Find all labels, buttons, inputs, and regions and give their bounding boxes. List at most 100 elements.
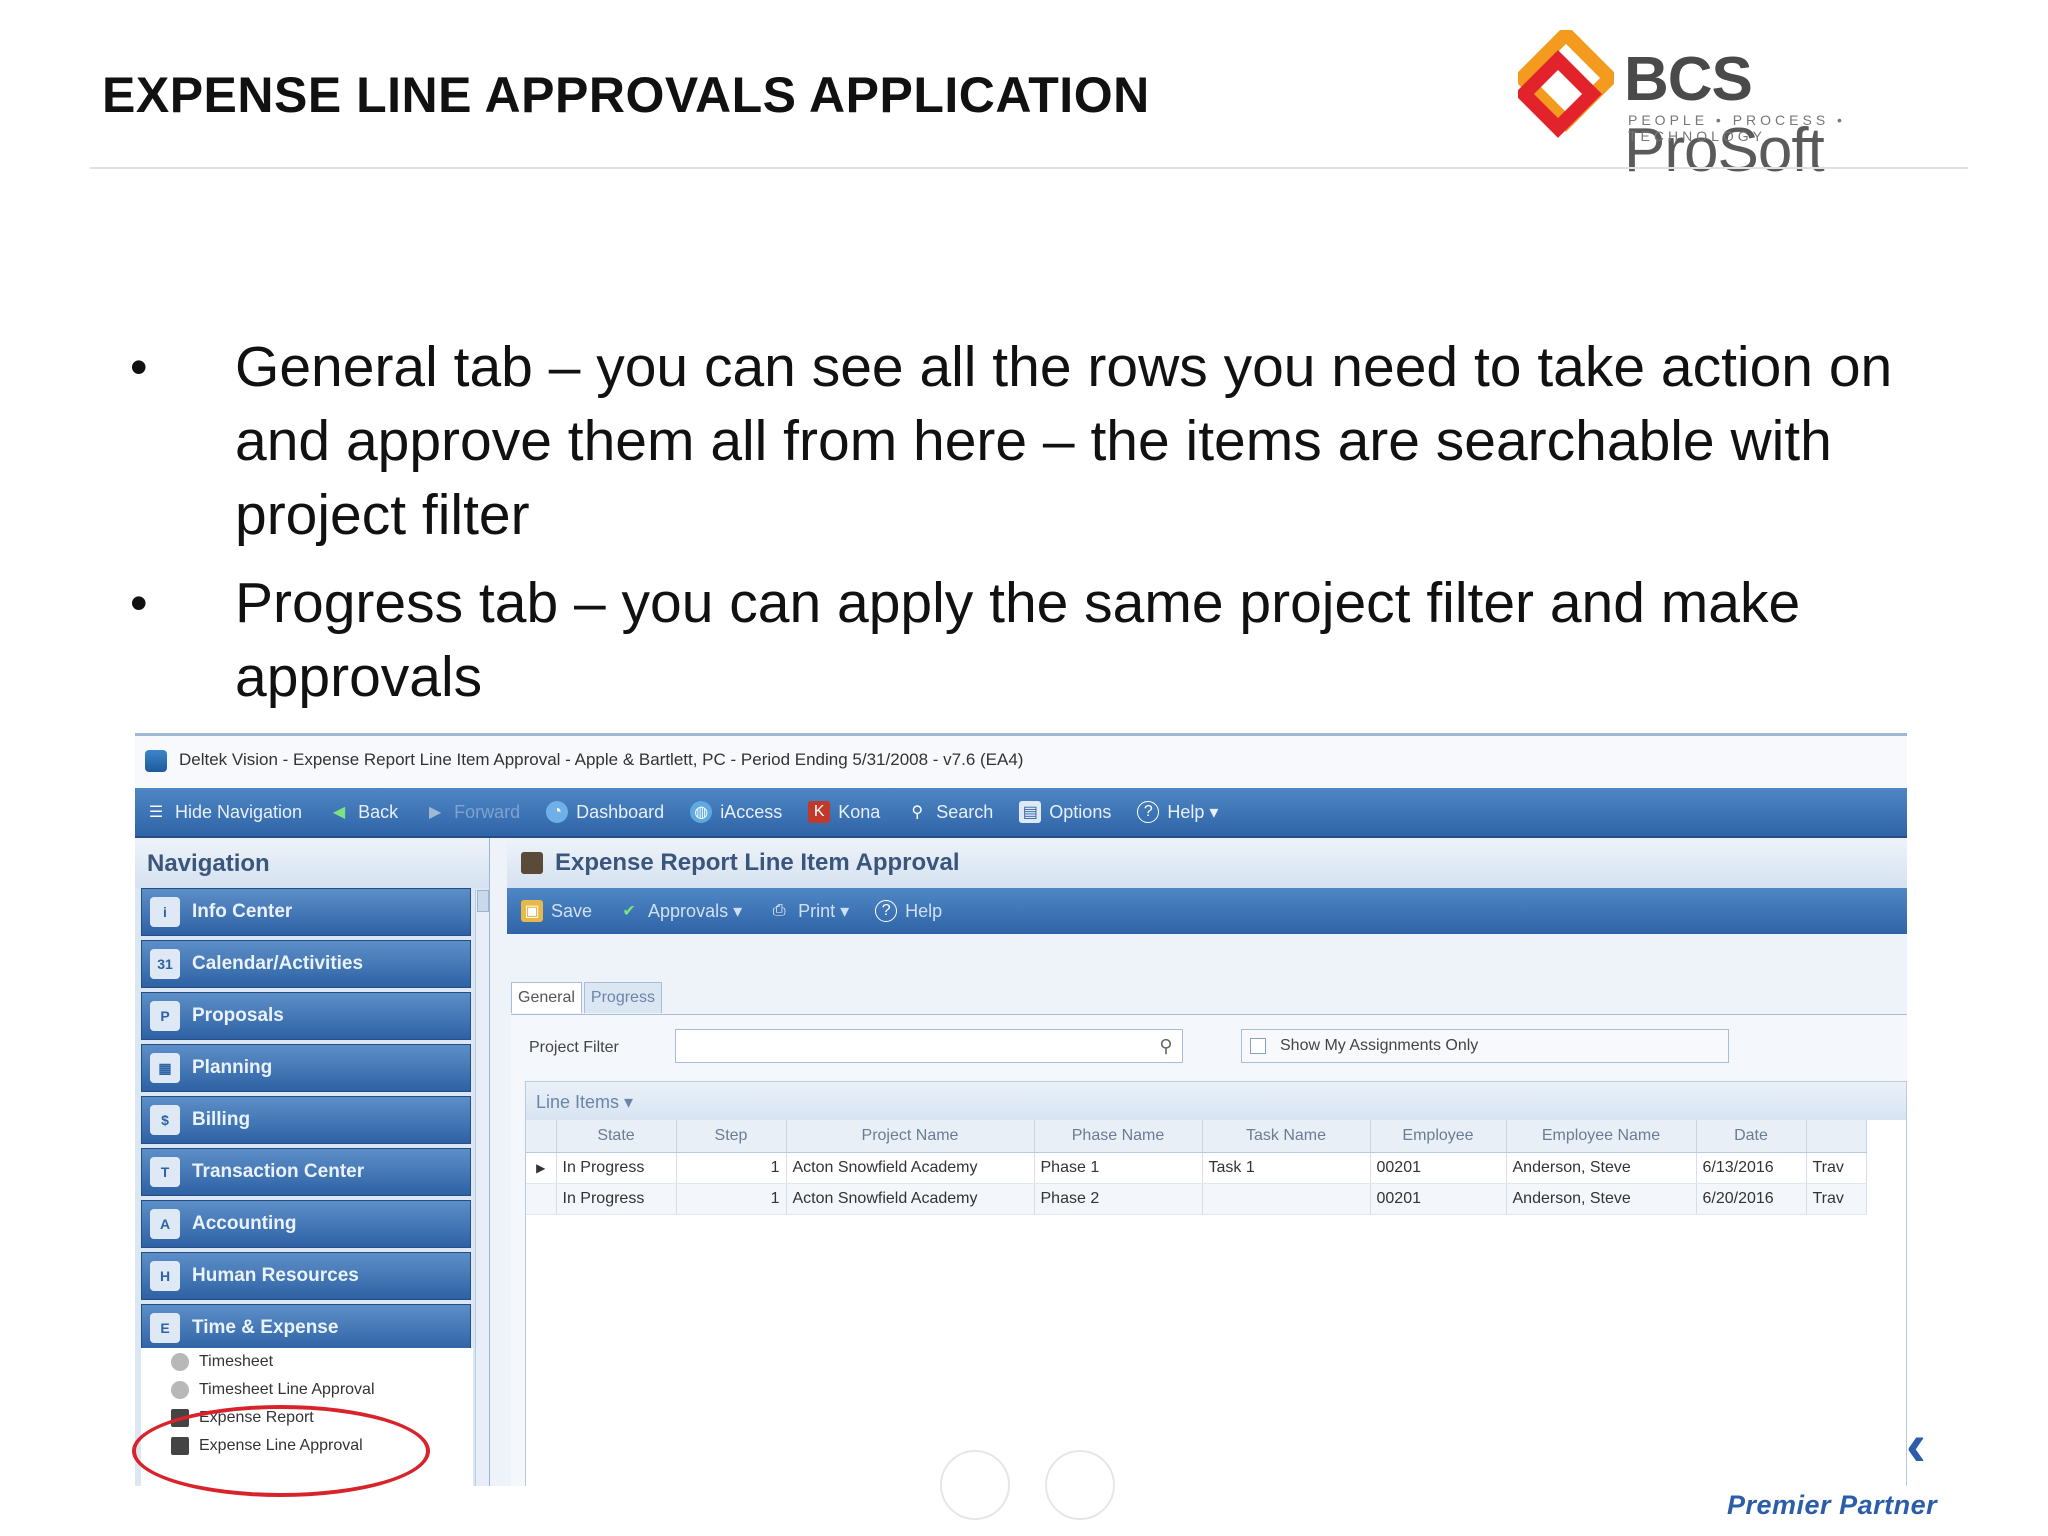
premier-partner-badge: Premier Partner [1727, 1490, 1938, 1520]
billing-icon: $ [150, 1105, 180, 1135]
cell-state: In Progress [556, 1152, 677, 1184]
cell-overflow: Trav [1806, 1183, 1867, 1215]
bullet-item: • Progress tab – you can apply the same … [130, 566, 1960, 714]
main-heading: Expense Report Line Item Approval [507, 838, 1907, 888]
row-indicator [526, 1183, 557, 1215]
slide-title: EXPENSE LINE APPROVALS APPLICATION [102, 67, 1150, 123]
nav-item-planning[interactable]: ▦ Planning [141, 1044, 471, 1092]
cell-phase-name: Phase 1 [1034, 1152, 1203, 1184]
nav-item-human-resources[interactable]: H Human Resources [141, 1252, 471, 1300]
nav-item-accounting[interactable]: A Accounting [141, 1200, 471, 1248]
accounting-icon: A [150, 1209, 180, 1239]
column-header-task-name[interactable]: Task Name [1202, 1120, 1371, 1153]
window-titlebar: Deltek Vision - Expense Report Line Item… [135, 736, 1907, 788]
column-header-date[interactable]: Date [1696, 1120, 1807, 1153]
forward-button[interactable]: ▶ Forward [424, 801, 520, 823]
cell-date: 6/20/2016 [1696, 1183, 1807, 1215]
column-header-indicator [526, 1120, 557, 1153]
approvals-button[interactable]: ✔ Approvals ▾ [618, 900, 742, 922]
checkbox-box[interactable] [1250, 1038, 1266, 1054]
globe-icon: ◍ [690, 801, 713, 823]
nav-item-billing[interactable]: $ Billing [141, 1096, 471, 1144]
kona-button[interactable]: K Kona [808, 801, 880, 823]
logo-tagline: PEOPLE • PROCESS • TECHNOLOGY [1628, 112, 1846, 144]
cell-state: In Progress [556, 1183, 677, 1215]
help-menu-button[interactable]: ? Help ▾ [1137, 801, 1218, 823]
nav-item-info-center[interactable]: i Info Center [141, 888, 471, 936]
window-title: Deltek Vision - Expense Report Line Item… [179, 750, 1024, 769]
cell-project-name: Acton Snowfield Academy [786, 1152, 1035, 1184]
slide-nav-circle[interactable] [1045, 1450, 1115, 1520]
column-header-project-name[interactable]: Project Name [786, 1120, 1035, 1153]
bullet-dot: • [130, 339, 148, 395]
bcs-diamond-logo-icon [1518, 30, 1614, 138]
navigation-list: i Info Center 31 Calendar/Activities P Prop… [141, 888, 471, 1356]
main-help-button[interactable]: ? Help [875, 900, 942, 922]
cell-step: 1 [676, 1183, 787, 1215]
proposals-icon: P [150, 1001, 180, 1031]
nav-item-time-expense[interactable]: E Time & Expense [141, 1304, 471, 1352]
project-filter-input[interactable] [675, 1029, 1183, 1063]
options-icon: ▤ [1019, 801, 1042, 823]
hide-navigation-button[interactable]: ☰ Hide Navigation [145, 801, 302, 823]
subnav-item-timesheet-line-approval[interactable]: Timesheet Line Approval [141, 1376, 473, 1404]
tabs-area: General Progress Project Filter ⚲ Show M… [507, 934, 1907, 1486]
main-toolbar: ▣ Save ✔ Approvals ▾ ⎙ Print ▾ ? Help [507, 888, 1907, 934]
table-row[interactable]: ▶ In Progress 1 Acton Snowfield Academy … [526, 1152, 1867, 1184]
cell-employee-name: Anderson, Steve [1506, 1152, 1697, 1184]
timesheet-icon [171, 1353, 189, 1371]
calendar-icon: 31 [150, 949, 180, 979]
column-header-phase-name[interactable]: Phase Name [1034, 1120, 1203, 1153]
bullet-text: Progress tab – you can apply the same pr… [235, 571, 1801, 709]
navigation-panel: Navigation i Info Center 31 Calendar/Activ… [135, 838, 490, 1486]
kona-icon: K [808, 801, 831, 823]
scrollbar-thumb[interactable] [477, 890, 489, 912]
bcs-prosoft-logo: BCS ProSoft PEOPLE • PROCESS • TECHNOLOG… [1518, 30, 1958, 185]
deltek-app-icon [145, 750, 167, 772]
tab-strip: General Progress [511, 982, 664, 1013]
tab-progress[interactable]: Progress [583, 982, 662, 1013]
app-toolbar: ☰ Hide Navigation ◀ Back ▶ Forward ◔ Dashboa… [135, 788, 1907, 838]
column-header-state[interactable]: State [556, 1120, 677, 1153]
iaccess-button[interactable]: ◍ iAccess [690, 801, 782, 823]
save-icon: ▣ [521, 900, 543, 922]
bullet-dot: • [130, 575, 148, 631]
back-button[interactable]: ◀ Back [328, 801, 398, 823]
planning-icon: ▦ [150, 1053, 180, 1083]
approvals-icon: ✔ [622, 903, 636, 920]
nav-item-transaction-center[interactable]: T Transaction Center [141, 1148, 471, 1196]
bullet-list: • General tab – you can see all the rows… [130, 330, 1960, 728]
cell-overflow: Trav [1806, 1152, 1867, 1184]
app-screenshot: Deltek Vision - Expense Report Line Item… [135, 733, 1907, 1486]
search-button[interactable]: ⚲ Search [906, 801, 993, 823]
column-header-step[interactable]: Step [676, 1120, 787, 1153]
time-expense-icon: E [150, 1313, 180, 1343]
save-button[interactable]: ▣ Save [521, 900, 592, 922]
table-row[interactable]: In Progress 1 Acton Snowfield Academy Ph… [526, 1183, 1867, 1215]
line-items-table: State Step Project Name Phase Name Task … [526, 1120, 1867, 1215]
cell-task-name: Task 1 [1202, 1152, 1371, 1184]
hide-navigation-icon: ☰ [148, 804, 164, 821]
nav-item-proposals[interactable]: P Proposals [141, 992, 471, 1040]
slide-nav-circle[interactable] [940, 1450, 1010, 1520]
cell-date: 6/13/2016 [1696, 1152, 1807, 1184]
dashboard-button[interactable]: ◔ Dashboard [546, 801, 664, 823]
print-button[interactable]: ⎙ Print ▾ [768, 900, 849, 922]
column-header-employee[interactable]: Employee [1370, 1120, 1507, 1153]
transaction-center-icon: T [150, 1157, 180, 1187]
navigation-scrollbar[interactable] [475, 890, 489, 1486]
line-items-caption[interactable]: Line Items ▾ [526, 1082, 1906, 1120]
column-header-overflow[interactable] [1806, 1120, 1867, 1153]
nav-item-calendar-activities[interactable]: 31 Calendar/Activities [141, 940, 471, 988]
project-filter-search-icon[interactable]: ⚲ [1151, 1031, 1181, 1061]
column-header-employee-name[interactable]: Employee Name [1506, 1120, 1697, 1153]
subnav-item-timesheet[interactable]: Timesheet [141, 1348, 473, 1376]
tab-general[interactable]: General [511, 982, 582, 1013]
print-icon: ⎙ [772, 902, 786, 919]
cell-phase-name: Phase 2 [1034, 1183, 1203, 1215]
show-my-assignments-checkbox[interactable]: Show My Assignments Only [1241, 1029, 1729, 1063]
header-divider [90, 167, 1968, 169]
help-icon: ? [875, 900, 898, 922]
options-button[interactable]: ▤ Options [1019, 801, 1111, 823]
chevron-left-icon[interactable]: ‹ [1906, 1410, 1926, 1479]
